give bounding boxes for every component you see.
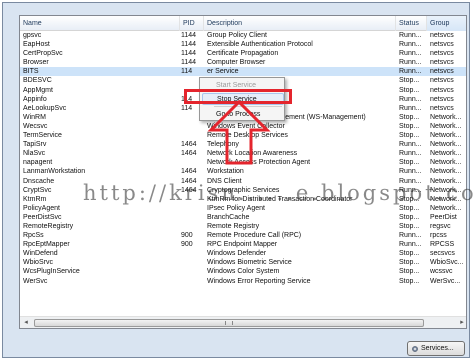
task-manager-window: Name PID Description Status Group gpsvc 1… (2, 2, 474, 358)
services-button-label: Services... (421, 345, 454, 352)
gear-icon (412, 346, 418, 352)
red-arrow-icon (207, 99, 271, 165)
annotation-arrow-layer (207, 99, 271, 165)
services-button[interactable]: Services... (407, 341, 465, 356)
